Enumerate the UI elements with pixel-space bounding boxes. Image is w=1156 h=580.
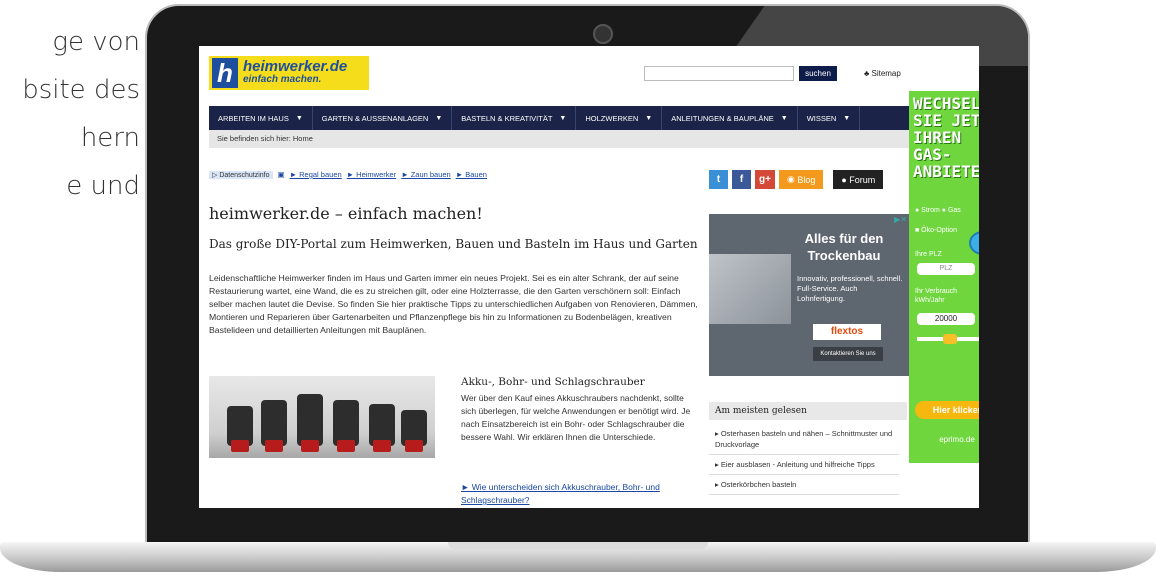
card-link[interactable]: ► Wie unterscheiden sich Akkuschrauber, … <box>461 481 691 507</box>
share-icon[interactable]: ▣ <box>278 170 285 179</box>
slide-line: bsite des <box>22 75 140 105</box>
nav-label: HOLZWERKEN <box>585 113 639 123</box>
caret-down-icon: ▼ <box>843 114 851 122</box>
forum-label: Forum <box>849 174 876 185</box>
quick-link-zaun[interactable]: ► Zaun bauen <box>401 170 451 179</box>
laptop-frame: h heimwerker.de einfach machen. suchen ♣… <box>145 4 1030 546</box>
blog-button[interactable]: ◉ Blog <box>778 170 824 189</box>
card-body: Wer über den Kauf eines Akkuschraubers n… <box>461 393 691 442</box>
drill-shape <box>261 400 287 452</box>
list-item[interactable]: ▸ Eier ausblasen - Anleitung und hilfrei… <box>709 455 899 475</box>
caret-down-icon: ▼ <box>295 114 303 122</box>
camera-icon <box>593 24 613 44</box>
banner-plz-input[interactable]: PLZ <box>917 263 975 275</box>
nav-item-anleitungen[interactable]: ANLEITUNGEN & BAUPLÄNE ▼ <box>662 106 798 130</box>
google-plus-icon[interactable]: g+ <box>755 170 775 189</box>
caret-down-icon: ▼ <box>645 114 653 122</box>
search-input[interactable] <box>644 66 794 81</box>
blog-label: Blog <box>797 174 816 185</box>
most-read-list: ▸ Osterhasen basteln und nähen – Schnitt… <box>709 424 899 495</box>
banner-verbrauch-input[interactable]: 20000 <box>917 313 975 325</box>
slide-text: ge von bsite des hern e und <box>0 18 140 210</box>
card-title: Akku-, Bohr- und Schlagschrauber <box>461 376 645 388</box>
rss-icon: ◉ <box>786 174 798 184</box>
quick-link-heimwerker[interactable]: ► Heimwerker <box>347 170 397 179</box>
banner-brand: eprimo.de <box>939 435 975 444</box>
facebook-icon[interactable]: f <box>732 170 751 189</box>
laptop-screen: h heimwerker.de einfach machen. suchen ♣… <box>199 46 979 508</box>
banner-energy-radio[interactable]: ● Strom ● Gas <box>915 207 961 214</box>
slide-line: e und <box>66 171 140 201</box>
banner-cta-button[interactable]: Hier klicken <box>915 401 979 419</box>
search-button[interactable]: suchen <box>799 66 837 81</box>
slide-line: ge von <box>52 27 140 57</box>
caret-down-icon: ▼ <box>559 114 567 122</box>
breadcrumb: Sie befinden sich hier: Home <box>209 130 914 148</box>
quick-link-regal[interactable]: ► Regal bauen <box>290 170 342 179</box>
banner-headline: WECHSELN SIE JETZT IHREN GAS-ANBIETER! <box>913 94 979 181</box>
website: h heimwerker.de einfach machen. suchen ♣… <box>199 46 979 508</box>
forum-button[interactable]: ● Forum <box>833 170 884 189</box>
ad-choices-icon[interactable]: ▶✕ <box>894 215 907 224</box>
ad-trockenbau[interactable]: ▶✕ Alles für den Trockenbau Innovativ, p… <box>709 214 909 376</box>
ad-contact-button[interactable]: Kontaktieren Sie uns <box>813 347 883 361</box>
nav-label: BASTELN & KREATIVITÄT <box>461 113 553 123</box>
ad-text: Innovativ, professionell, schnell. Full-… <box>797 274 903 303</box>
drill-shape <box>297 394 323 452</box>
banner-verbrauch-label: Ihr Verbrauch kWh/Jahr <box>915 288 958 304</box>
drill-shape <box>227 406 253 452</box>
nav-item-wissen[interactable]: WISSEN ▼ <box>798 106 861 130</box>
ad-image <box>709 254 791 324</box>
banner-plz-label: Ihre PLZ <box>915 251 942 258</box>
twitter-icon[interactable]: t <box>709 170 728 189</box>
nav-label: ANLEITUNGEN & BAUPLÄNE <box>671 113 774 123</box>
banner-slider-handle[interactable] <box>943 334 957 344</box>
page-title: heimwerker.de – einfach machen! <box>209 204 483 223</box>
slide-line: hern <box>80 123 140 153</box>
sitemap-link[interactable]: ♣ Sitemap <box>864 69 901 78</box>
nav-item-basteln[interactable]: BASTELN & KREATIVITÄT ▼ <box>452 106 577 130</box>
caret-down-icon: ▼ <box>780 114 788 122</box>
caret-down-icon: ▼ <box>435 114 443 122</box>
logo-text: heimwerker.de einfach machen. <box>243 58 348 86</box>
nav-label: ARBEITEN IM HAUS <box>218 113 289 123</box>
privacy-info[interactable]: ▷ Datenschutzinfo <box>209 170 273 179</box>
drill-shape <box>333 400 359 452</box>
page-subtitle: Das große DIY-Portal zum Heimwerken, Bau… <box>209 237 698 251</box>
nav-label: WISSEN <box>806 113 837 123</box>
quick-links: ▷ Datenschutzinfo ▣ ► Regal bauen ► Heim… <box>209 170 487 179</box>
banner-eprimo[interactable]: WECHSELN SIE JETZT IHREN GAS-ANBIETER! ●… <box>909 91 979 463</box>
ad-headline: Alles für den Trockenbau <box>804 231 884 263</box>
main-nav: ARBEITEN IM HAUS ▼ GARTEN & AUSSENANLAGEN… <box>209 106 914 130</box>
nav-item-holzwerken[interactable]: HOLZWERKEN ▼ <box>576 106 663 130</box>
chat-bubble-icon: ● <box>841 174 850 185</box>
intro-text: Leidenschaftliche Heimwerker finden im H… <box>209 273 698 335</box>
social-bar: t f g+ ◉ Blog ● Forum <box>709 170 884 189</box>
drill-shape <box>369 404 395 452</box>
site-logo[interactable]: h heimwerker.de einfach machen. <box>209 56 369 90</box>
logo-mark: h <box>212 58 238 88</box>
logo-name: heimwerker.de <box>243 58 348 75</box>
privacy-label: Datenschutzinfo <box>219 171 270 179</box>
nav-label: GARTEN & AUSSENANLAGEN <box>321 113 429 123</box>
mascot-icon <box>969 231 979 255</box>
list-item[interactable]: ▸ Osterhasen basteln und nähen – Schnitt… <box>709 424 899 455</box>
nav-item-arbeiten[interactable]: ARBEITEN IM HAUS ▼ <box>209 106 313 130</box>
nav-item-garten[interactable]: GARTEN & AUSSENANLAGEN ▼ <box>313 106 453 130</box>
drill-shape <box>401 410 427 452</box>
quick-link-bauen[interactable]: ► Bauen <box>456 170 487 179</box>
banner-oko-checkbox[interactable]: ■ Öko-Option <box>915 227 957 234</box>
list-item[interactable]: ▸ Osterkörbchen basteln <box>709 475 899 495</box>
ad-brand: flextos <box>813 324 881 340</box>
sitemap-label: Sitemap <box>871 69 901 78</box>
drills-image[interactable] <box>209 376 435 458</box>
laptop-notch <box>448 542 708 550</box>
most-read-heading: Am meisten gelesen <box>709 402 907 420</box>
